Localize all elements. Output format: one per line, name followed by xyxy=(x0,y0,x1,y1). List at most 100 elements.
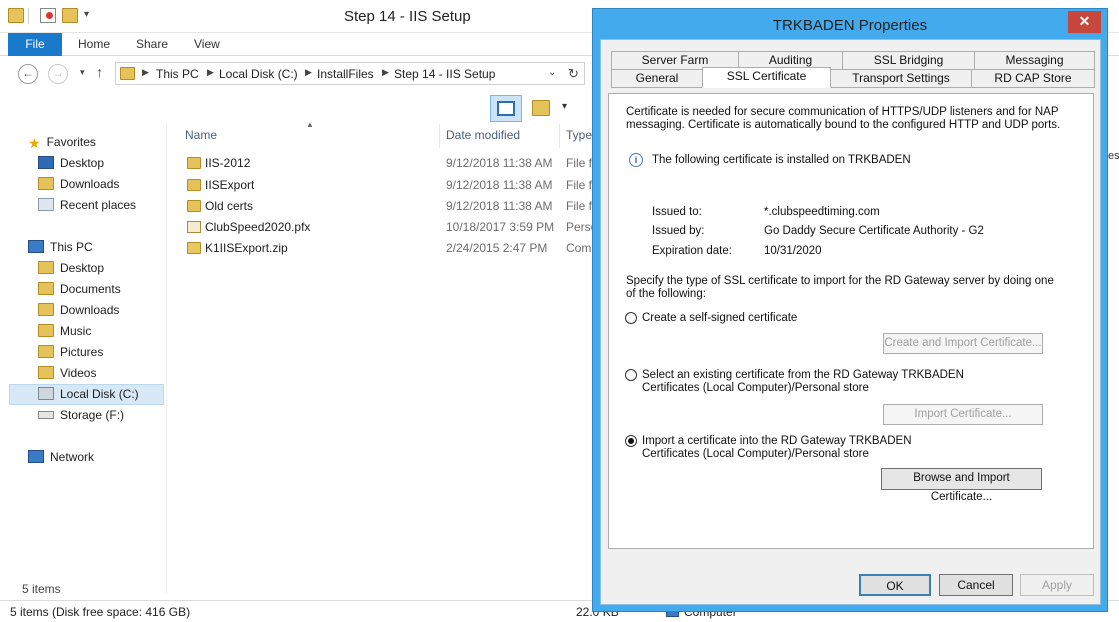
file-type: File f xyxy=(566,178,593,192)
dialog-body: Server Farm Auditing SSL Bridging Messag… xyxy=(600,39,1101,605)
file-row[interactable]: ClubSpeed2020.pfx 10/18/2017 3:59 PM Per… xyxy=(166,217,597,238)
option-self-signed-label[interactable]: Create a self-signed certificate xyxy=(642,312,797,325)
forward-button[interactable]: → xyxy=(48,64,68,84)
status-text: 5 items (Disk free space: 416 GB) xyxy=(10,605,191,619)
file-type: File f xyxy=(566,199,593,213)
tab-home[interactable]: Home xyxy=(78,33,110,56)
breadcrumb-this-pc[interactable]: This PC xyxy=(156,67,199,81)
recent-locations-icon[interactable]: ▾ xyxy=(80,67,85,78)
nav-item-pictures[interactable]: Pictures xyxy=(38,342,103,362)
info-icon: i xyxy=(629,153,643,167)
breadcrumb-installfiles[interactable]: InstallFiles xyxy=(317,67,374,81)
file-date: 10/18/2017 3:59 PM xyxy=(446,220,555,234)
address-dropdown-icon[interactable]: ⌄ xyxy=(548,67,556,78)
import-certificate-button[interactable]: Import Certificate... xyxy=(883,404,1043,425)
downloads-folder-icon xyxy=(38,177,54,190)
intro-text: Certificate is needed for secure communi… xyxy=(626,106,1061,131)
column-divider[interactable] xyxy=(439,124,440,148)
file-row[interactable]: Old certs 9/12/2018 11:38 AM File f xyxy=(166,196,596,217)
folder-icon xyxy=(120,67,135,80)
file-row[interactable]: IIS-2012 9/12/2018 11:38 AM File f xyxy=(166,153,596,174)
tab-ssl-certificate[interactable]: SSL Certificate xyxy=(702,67,831,88)
option-import-label[interactable]: Import a certificate into the RD Gateway… xyxy=(642,435,952,461)
cancel-button[interactable]: Cancel xyxy=(939,574,1013,596)
sort-ascending-icon: ▲ xyxy=(306,120,314,129)
nav-item-desktop[interactable]: Desktop xyxy=(38,153,104,173)
nav-this-pc[interactable]: This PC xyxy=(28,237,93,257)
folder-icon xyxy=(187,179,201,191)
change-view-icon[interactable] xyxy=(532,100,550,116)
nav-item-recent-places[interactable]: Recent places xyxy=(38,195,136,215)
file-type: File f xyxy=(566,156,593,170)
documents-folder-icon xyxy=(38,282,54,295)
ok-button[interactable]: OK xyxy=(859,574,931,596)
tab-ssl-bridging[interactable]: SSL Bridging xyxy=(842,51,975,70)
folder-icon xyxy=(187,200,201,212)
star-icon: ★ xyxy=(28,135,41,151)
certificate-file-icon xyxy=(187,221,201,233)
tab-file[interactable]: File xyxy=(8,33,62,56)
radio-self-signed[interactable] xyxy=(625,312,637,324)
file-name: K1IISExport.zip xyxy=(205,241,288,255)
breadcrumb-separator: ▶ xyxy=(207,67,214,77)
music-folder-icon xyxy=(38,324,54,337)
nav-network[interactable]: Network xyxy=(28,447,94,467)
nav-item-videos[interactable]: Videos xyxy=(38,363,96,383)
tab-general[interactable]: General xyxy=(611,69,703,88)
close-button[interactable]: ✕ xyxy=(1068,11,1101,33)
tab-rd-cap-store[interactable]: RD CAP Store xyxy=(971,69,1095,88)
breadcrumb-local-disk[interactable]: Local Disk (C:) xyxy=(219,67,298,81)
folder-icon xyxy=(8,8,24,23)
nav-item-downloads[interactable]: Downloads xyxy=(38,174,119,194)
column-divider[interactable] xyxy=(559,124,560,148)
apply-button[interactable]: Apply xyxy=(1020,574,1094,596)
create-and-import-button[interactable]: Create and Import Certificate... xyxy=(883,333,1043,354)
folder-icon xyxy=(187,157,201,169)
breadcrumb-step14[interactable]: Step 14 - IIS Setup xyxy=(394,67,495,81)
nav-item-music[interactable]: Music xyxy=(38,321,91,341)
radio-select-existing[interactable] xyxy=(625,369,637,381)
file-name: IIS-2012 xyxy=(205,156,251,170)
nav-item-documents[interactable]: Documents xyxy=(38,279,121,299)
radio-import-certificate[interactable] xyxy=(625,435,637,447)
back-button[interactable]: ← xyxy=(18,64,38,84)
desktop-icon xyxy=(38,156,54,169)
view-dropdown-icon[interactable]: ▾ xyxy=(562,101,567,112)
new-folder-icon[interactable] xyxy=(62,8,78,23)
nav-item-storage[interactable]: Storage (F:) xyxy=(38,405,124,425)
address-bar[interactable]: ▶ This PC ▶ Local Disk (C:) ▶ InstallFil… xyxy=(115,62,585,85)
breadcrumb-separator: ▶ xyxy=(382,67,389,77)
tab-messaging[interactable]: Messaging xyxy=(974,51,1095,70)
column-header-name[interactable]: Name xyxy=(185,128,217,142)
up-arrow-icon[interactable]: ↑ xyxy=(96,64,103,80)
issued-to-label: Issued to: xyxy=(652,206,702,218)
zip-file-icon xyxy=(187,242,201,254)
column-header-date[interactable]: Date modified xyxy=(446,128,520,142)
column-header-type[interactable]: Type xyxy=(566,128,592,142)
drive-icon xyxy=(38,387,54,400)
properties-icon[interactable] xyxy=(40,8,56,23)
computer-icon xyxy=(28,240,44,253)
dialog-title: TRKBADEN Properties xyxy=(772,17,928,34)
file-date: 9/12/2018 11:38 AM xyxy=(446,199,553,213)
refresh-icon[interactable]: ↻ xyxy=(568,66,579,82)
preview-pane-button[interactable] xyxy=(490,95,522,122)
file-row[interactable]: IISExport 9/12/2018 11:38 AM File f xyxy=(166,175,596,196)
browse-and-import-button[interactable]: Browse and Import Certificate... xyxy=(881,468,1042,503)
tab-view[interactable]: View xyxy=(194,33,220,56)
downloads-folder-icon xyxy=(38,303,54,316)
nav-item-desktop[interactable]: Desktop xyxy=(38,258,104,278)
customize-quick-access-icon[interactable]: ▾ xyxy=(84,9,89,20)
nav-item-downloads[interactable]: Downloads xyxy=(38,300,119,320)
option-select-existing-label[interactable]: Select an existing certificate from the … xyxy=(642,369,972,395)
tab-share[interactable]: Share xyxy=(136,33,168,56)
issued-by-value: Go Daddy Secure Certificate Authority - … xyxy=(764,225,984,237)
videos-folder-icon xyxy=(38,366,54,379)
file-row[interactable]: K1IISExport.zip 2/24/2015 2:47 PM Com xyxy=(166,238,596,259)
item-count: 5 items xyxy=(22,582,61,596)
issued-by-label: Issued by: xyxy=(652,225,705,237)
nav-favorites[interactable]: ★ Favorites xyxy=(28,132,96,152)
nav-item-local-disk[interactable]: Local Disk (C:) xyxy=(38,384,139,404)
pictures-folder-icon xyxy=(38,345,54,358)
tab-transport-settings[interactable]: Transport Settings xyxy=(830,69,972,88)
